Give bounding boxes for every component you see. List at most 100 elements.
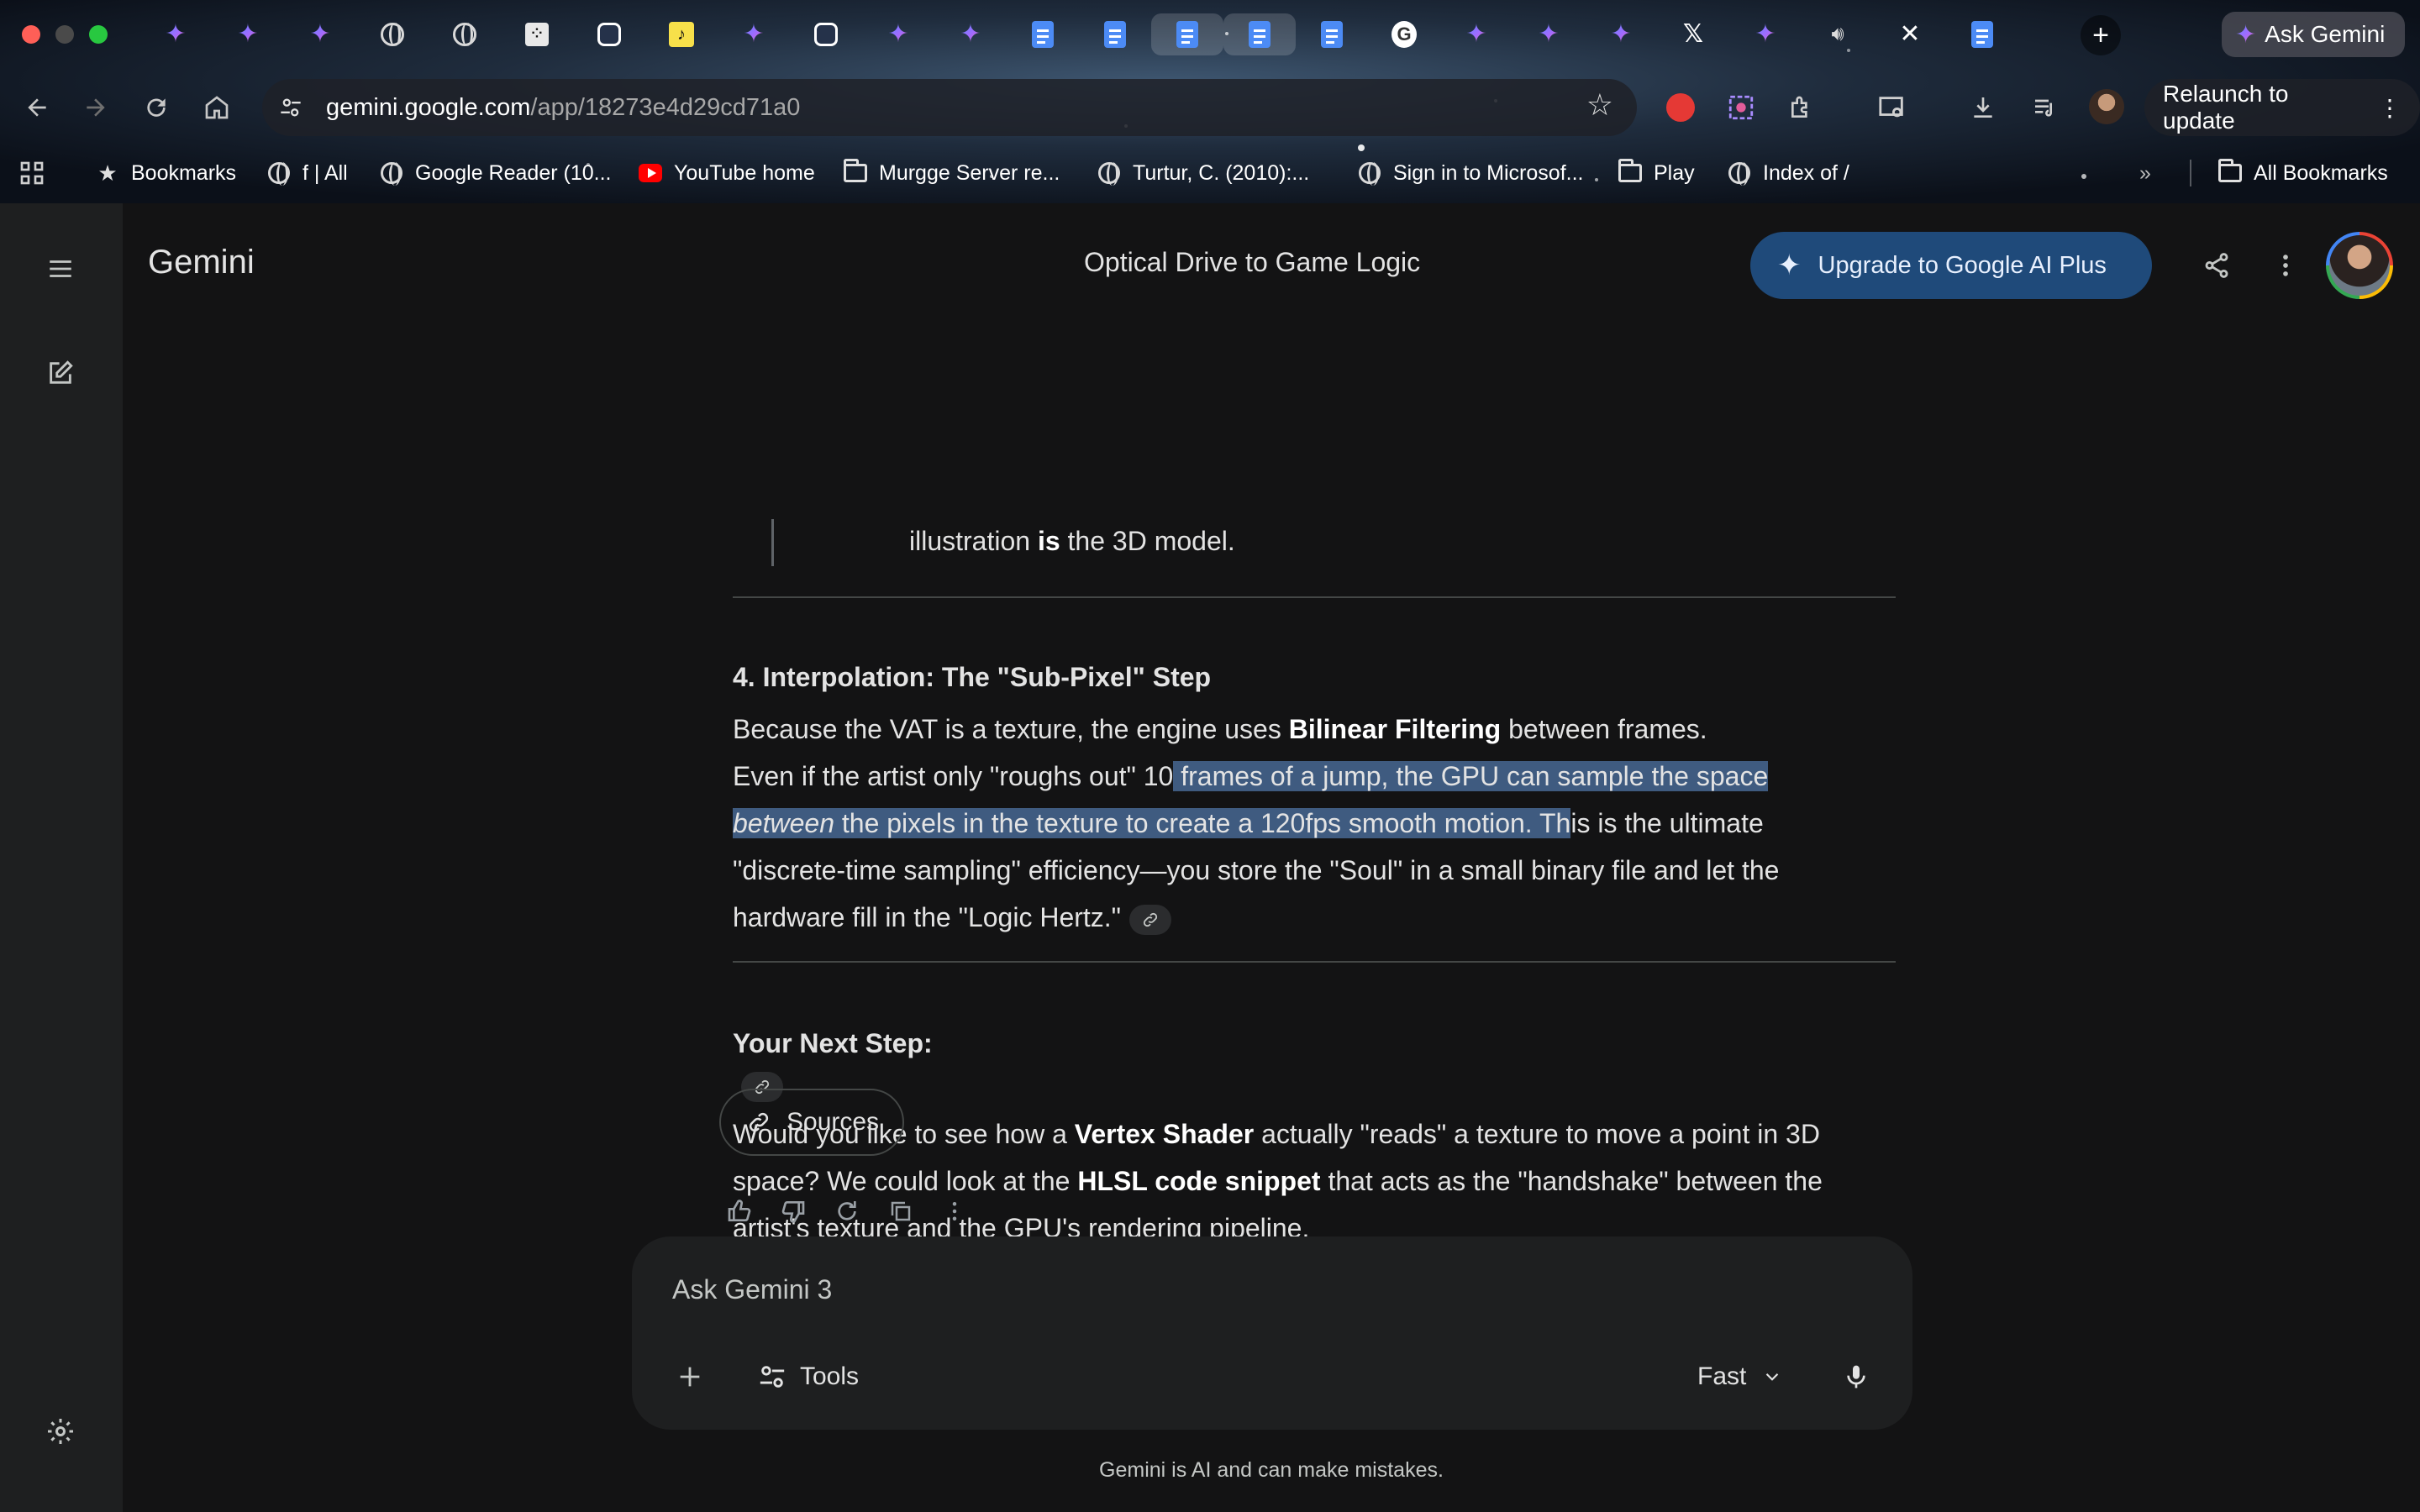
media-controls-icon[interactable] xyxy=(2025,87,2065,128)
tab[interactable] xyxy=(573,13,645,55)
bookmarks-bar: ★ Bookmarks f | All Google Reader (10... … xyxy=(0,148,2420,198)
reload-button[interactable] xyxy=(133,84,180,131)
tab[interactable]: ⁘ xyxy=(501,13,573,55)
bookmark-label: f | All xyxy=(302,160,348,185)
tab[interactable]: ✦ xyxy=(212,13,284,55)
bookmark-item[interactable]: ★ Bookmarks xyxy=(96,148,236,198)
tab[interactable]: ✦ xyxy=(718,13,790,55)
close-tab-icon[interactable]: ✕ xyxy=(1897,22,1923,47)
tab[interactable] xyxy=(1946,13,2018,55)
regenerate-button[interactable] xyxy=(827,1191,867,1231)
more-vert-icon xyxy=(2283,255,2288,276)
reload-icon xyxy=(147,98,166,117)
share-button[interactable] xyxy=(2191,240,2242,291)
site-settings-icon[interactable] xyxy=(272,89,309,126)
conversation-title[interactable]: Optical Drive to Game Logic xyxy=(1084,247,1420,278)
maximize-window-button[interactable] xyxy=(89,25,108,44)
tab[interactable]: ✦ xyxy=(1440,13,1512,55)
account-avatar[interactable] xyxy=(2326,232,2393,299)
tab[interactable] xyxy=(356,13,429,55)
apps-grid-icon[interactable] xyxy=(18,148,45,198)
close-window-button[interactable] xyxy=(22,25,40,44)
sources-button[interactable]: Sources xyxy=(719,1089,904,1156)
bookmark-item[interactable]: Sign in to Microsof... xyxy=(1358,148,1583,198)
home-icon xyxy=(205,96,229,119)
tab[interactable]: ✦ xyxy=(1512,13,1585,55)
bookmarks-divider xyxy=(2190,160,2191,186)
bookmark-item[interactable]: f | All xyxy=(267,148,348,198)
download-icon[interactable] xyxy=(1963,87,2003,128)
more-bookmarks-chevron-icon[interactable]: » xyxy=(2139,148,2151,198)
next-step-heading: Your Next Step: xyxy=(733,1028,933,1058)
citation-link-chip[interactable] xyxy=(1129,904,1172,935)
new-chat-button[interactable] xyxy=(34,346,87,400)
address-bar[interactable]: gemini.google.com/app/18273e4d29cd71a0 ☆ xyxy=(262,79,1637,136)
bold-term: Bilinear Filtering xyxy=(1288,714,1502,744)
microphone-button[interactable] xyxy=(1830,1351,1882,1403)
bookmark-item[interactable]: Play xyxy=(1618,148,1695,198)
extension-red-icon[interactable] xyxy=(1660,87,1701,128)
tab[interactable]: ✕ xyxy=(1874,13,1946,55)
tab[interactable]: 𝕏 xyxy=(1657,13,1729,55)
tab[interactable]: ✦ xyxy=(1585,13,1657,55)
chat-main: Gemini Optical Drive to Game Logic ✦ Upg… xyxy=(123,203,2420,1512)
tab[interactable] xyxy=(1079,13,1151,55)
globe-icon xyxy=(381,23,404,46)
tab[interactable] xyxy=(790,13,862,55)
upgrade-button[interactable]: ✦ Upgrade to Google AI Plus xyxy=(1750,232,2152,299)
extensions-puzzle-icon[interactable] xyxy=(1781,87,1822,128)
more-options-button[interactable] xyxy=(2260,240,2311,291)
tab[interactable] xyxy=(1296,13,1368,55)
forward-button[interactable] xyxy=(72,84,119,131)
bookmark-item[interactable]: Turtur, C. (2010):... xyxy=(1097,148,1309,198)
tab[interactable]: ✦ xyxy=(934,13,1007,55)
url-domain: gemini.google.com xyxy=(326,93,531,121)
main-menu-button[interactable] xyxy=(34,242,87,296)
bookmark-item[interactable]: Google Reader (10... xyxy=(380,148,611,198)
copy-button[interactable] xyxy=(881,1191,921,1231)
tab[interactable]: ✦ xyxy=(284,13,356,55)
edit-square-icon xyxy=(50,360,73,384)
ask-gemini-button[interactable]: ✦ Ask Gemini xyxy=(2222,12,2406,57)
settings-button[interactable] xyxy=(34,1404,87,1458)
add-attachment-button[interactable] xyxy=(664,1351,716,1403)
gemini-brand[interactable]: Gemini xyxy=(148,244,255,281)
bookmark-item[interactable]: YouTube home xyxy=(639,148,815,198)
tools-button[interactable]: Tools xyxy=(748,1351,869,1403)
tab[interactable]: ♪ xyxy=(645,13,718,55)
star-icon: ★ xyxy=(97,160,118,186)
model-mode-dropdown[interactable]: Fast xyxy=(1687,1351,1793,1403)
tab[interactable] xyxy=(1007,13,1079,55)
home-button[interactable] xyxy=(193,84,240,131)
tab[interactable]: G xyxy=(1368,13,1440,55)
bookmark-item[interactable]: Index of / xyxy=(1728,148,1849,198)
ask-gemini-label: Ask Gemini xyxy=(2265,21,2386,47)
divider xyxy=(733,961,1896,963)
minimize-window-button[interactable] xyxy=(55,25,74,44)
extension-screenshot-icon[interactable] xyxy=(1721,87,1761,128)
tab[interactable] xyxy=(1223,13,1296,55)
bookmark-item[interactable]: Murgge Server re... xyxy=(844,148,1060,198)
relaunch-to-update-button[interactable]: Relaunch to update ⋮ xyxy=(2144,79,2420,136)
interpolation-paragraph: Because the VAT is a texture, the engine… xyxy=(733,706,1901,941)
profile-avatar-small[interactable] xyxy=(2089,89,2124,124)
tab-search-icon[interactable] xyxy=(1872,87,1912,128)
tab[interactable]: ✦ xyxy=(862,13,934,55)
tab[interactable] xyxy=(429,13,501,55)
tab-list: ✦ ✦ ✦ ⁘ ♪ ✦ ✦ ✦ G ✦ ✦ ✦ 𝕏 ✦ 🔊︎ ✕ xyxy=(139,13,2018,55)
new-tab-button[interactable]: + xyxy=(2081,15,2121,55)
bookmark-star-icon[interactable]: ☆ xyxy=(1586,87,1613,123)
more-actions-button[interactable] xyxy=(934,1191,975,1231)
app-icon xyxy=(597,23,621,46)
link-icon xyxy=(749,1112,769,1132)
tab[interactable]: 🔊︎ xyxy=(1802,13,1874,55)
thumbs-up-button[interactable] xyxy=(719,1191,760,1231)
back-button[interactable] xyxy=(13,84,60,131)
tab[interactable]: ✦ xyxy=(1729,13,1802,55)
tab-active[interactable] xyxy=(1151,13,1223,55)
all-bookmarks-button[interactable]: All Bookmarks xyxy=(2218,148,2388,198)
text-line: "discrete-time sampling" efficiency—you … xyxy=(733,855,1780,885)
tab[interactable]: ✦ xyxy=(139,13,212,55)
prompt-input[interactable] xyxy=(672,1268,1765,1310)
thumbs-down-button[interactable] xyxy=(773,1191,813,1231)
